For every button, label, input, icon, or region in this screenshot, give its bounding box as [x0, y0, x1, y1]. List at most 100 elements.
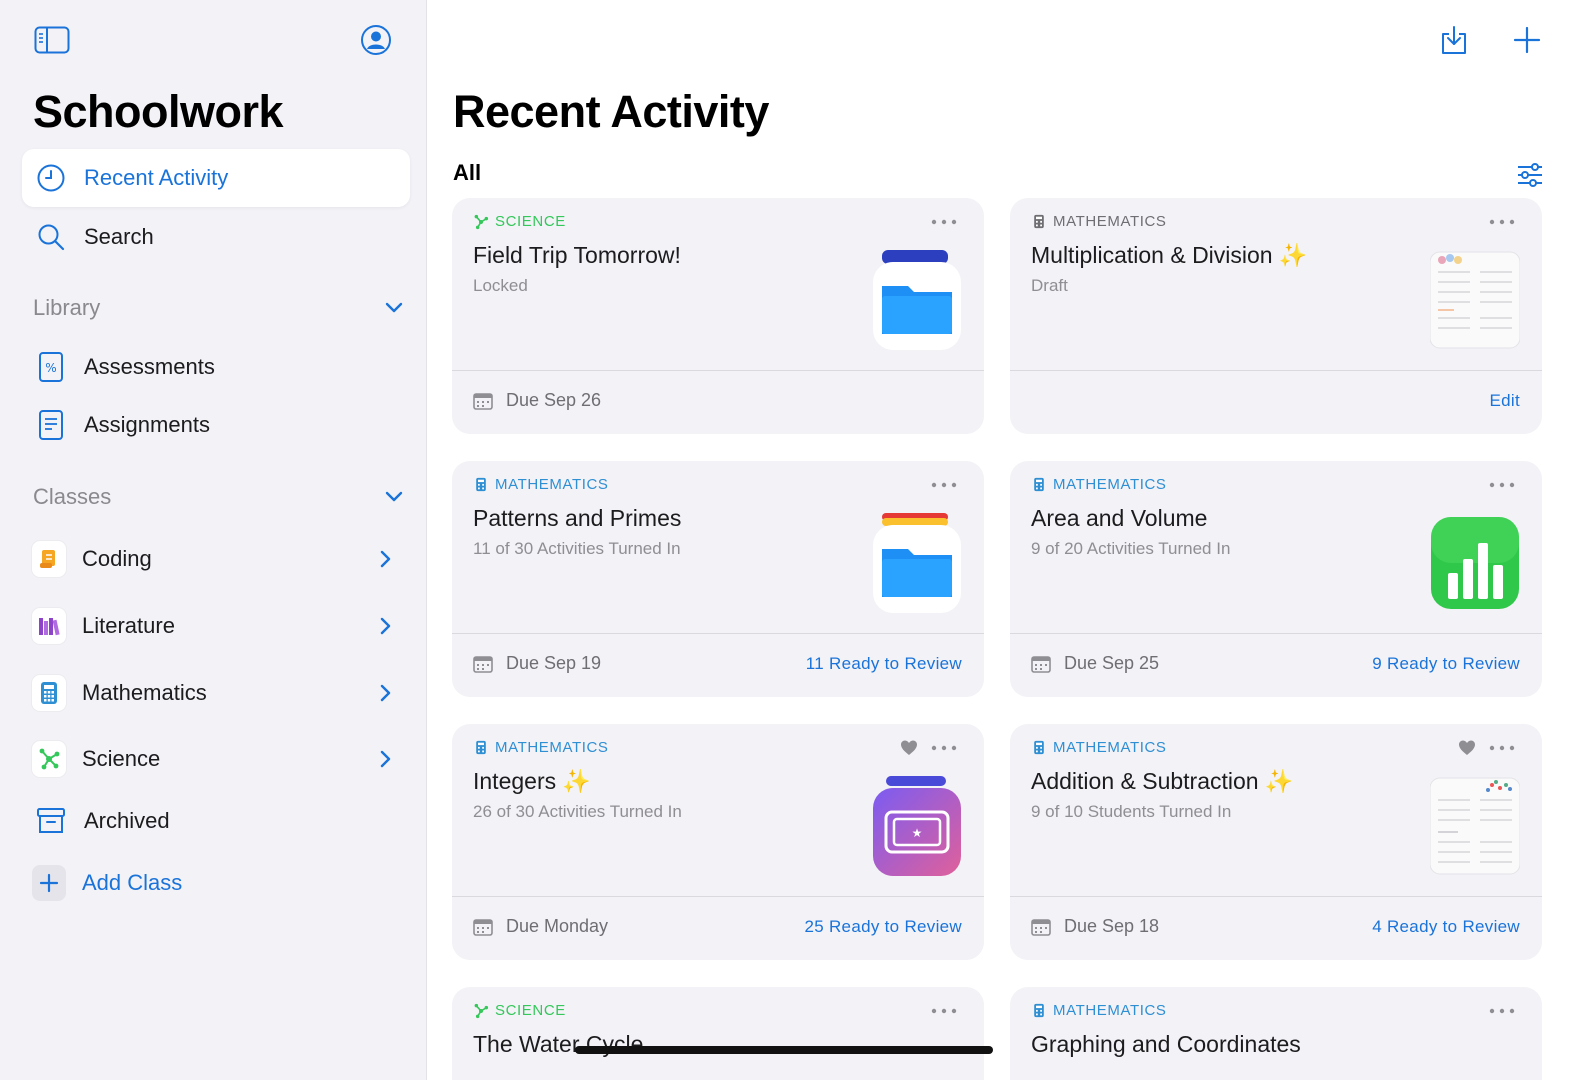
assignment-card[interactable]: MATHEMATICS Graphing and Coordinates	[1010, 987, 1542, 1080]
files-app-icon	[872, 513, 962, 613]
classes-section-header[interactable]: Classes	[33, 484, 403, 510]
calculator-icon	[473, 477, 489, 493]
sidebar-item-literature[interactable]: Literature	[22, 597, 410, 655]
more-options-icon[interactable]	[930, 740, 958, 756]
more-options-icon[interactable]	[1488, 1003, 1516, 1019]
filter-label[interactable]: All	[453, 160, 481, 186]
subject-label: MATHEMATICS	[473, 476, 609, 493]
card-title: Area and Volume	[1031, 505, 1208, 531]
assignment-card[interactable]: MATHEMATICS Patterns and Primes 11 of 30…	[452, 461, 984, 697]
subject-label: MATHEMATICS	[1031, 739, 1167, 756]
new-assignment-button[interactable]	[1511, 24, 1543, 56]
worksheet-thumbnail	[1429, 776, 1521, 876]
assignment-card[interactable]: MATHEMATICS Addition & Subtraction ✨ 9 of…	[1010, 724, 1542, 960]
card-divider	[452, 896, 984, 897]
subject-label: MATHEMATICS	[1031, 476, 1167, 493]
tray-download-icon	[1442, 26, 1466, 54]
card-divider	[452, 633, 984, 634]
calendar-icon	[473, 392, 493, 410]
assignment-card[interactable]: MATHEMATICS Area and Volume 9 of 20 Acti…	[1010, 461, 1542, 697]
assignment-card[interactable]: MATHEMATICS Integers ✨ 26 of 30 Activitie…	[452, 724, 984, 960]
sidebar-item-science[interactable]: Science	[22, 730, 410, 788]
chevron-right-icon	[380, 684, 391, 702]
add-class-button[interactable]: Add Class	[22, 854, 410, 912]
magnifier-icon	[34, 220, 68, 254]
review-link[interactable]: 9 Ready to Review	[1372, 654, 1520, 674]
sidebar-item-archived[interactable]: Archived	[22, 792, 410, 850]
more-options-icon[interactable]	[930, 477, 958, 493]
review-link[interactable]: 25 Ready to Review	[804, 917, 962, 937]
clock-icon	[34, 161, 68, 195]
calendar-icon	[473, 918, 493, 936]
plus-icon	[1513, 26, 1541, 54]
calculator-icon	[1031, 740, 1047, 756]
card-divider	[1010, 370, 1542, 371]
sidebar-item-label: Recent Activity	[84, 165, 229, 190]
review-link[interactable]: 4 Ready to Review	[1372, 917, 1520, 937]
svg-text:★: ★	[912, 826, 923, 840]
heart-icon[interactable]	[900, 739, 918, 757]
card-title: Multiplication & Division ✨	[1031, 242, 1308, 268]
more-options-icon[interactable]	[1488, 740, 1516, 756]
doc-icon	[34, 408, 68, 442]
scroll-icon	[32, 541, 66, 577]
more-options-icon[interactable]	[930, 1003, 958, 1019]
molecule-icon	[473, 214, 489, 230]
library-section-header[interactable]: Library	[33, 295, 403, 321]
subject-label: SCIENCE	[473, 213, 566, 230]
percent-doc-icon: %	[34, 350, 68, 384]
calculator-icon	[1031, 214, 1047, 230]
activity-app-icon: ★	[872, 776, 962, 876]
add-class-label: Add Class	[82, 870, 183, 895]
files-app-icon	[872, 250, 962, 350]
home-indicator[interactable]	[575, 1046, 993, 1054]
assignment-card[interactable]: SCIENCE Field Trip Tomorrow! Locked Due …	[452, 198, 984, 434]
page-title: Recent Activity	[453, 86, 769, 137]
due-date: Due Sep 25	[1031, 653, 1159, 674]
sidebar-toggle-icon[interactable]	[34, 26, 70, 54]
sidebar-item-assessments[interactable]: % Assessments	[22, 338, 410, 396]
more-options-icon[interactable]	[1488, 214, 1516, 230]
plus-icon	[32, 865, 66, 901]
more-options-icon[interactable]	[930, 214, 958, 230]
sidebar-item-search[interactable]: Search	[22, 208, 410, 266]
card-divider	[1010, 633, 1542, 634]
account-icon[interactable]	[360, 24, 392, 56]
molecule-icon	[32, 741, 66, 777]
main-content: Recent Activity All SCIENCE Field Trip T…	[428, 0, 1592, 1080]
heart-icon[interactable]	[1458, 739, 1476, 757]
sidebar-item-label: Search	[84, 224, 154, 249]
subject-label: MATHEMATICS	[1031, 213, 1167, 230]
sidebar-item-label: Assessments	[84, 354, 215, 379]
import-button[interactable]	[1438, 24, 1470, 56]
sliders-icon	[1518, 163, 1542, 187]
due-date: Due Sep 18	[1031, 916, 1159, 937]
card-divider	[1010, 896, 1542, 897]
calculator-icon	[473, 740, 489, 756]
review-link[interactable]: 11 Ready to Review	[806, 654, 962, 674]
due-date: Due Sep 19	[473, 653, 601, 674]
calculator-icon	[1031, 1003, 1047, 1019]
card-status: 9 of 10 Students Turned In	[1031, 802, 1232, 821]
more-options-icon[interactable]	[1488, 477, 1516, 493]
numbers-app-icon	[1430, 513, 1520, 613]
sidebar-item-label: Literature	[82, 613, 175, 638]
sidebar-item-assignments[interactable]: Assignments	[22, 396, 410, 454]
assignment-card[interactable]: MATHEMATICS Multiplication & Division ✨ D…	[1010, 198, 1542, 434]
sidebar-item-coding[interactable]: Coding	[22, 530, 410, 588]
edit-link[interactable]: Edit	[1490, 391, 1521, 411]
chevron-right-icon	[380, 550, 391, 568]
assignment-card[interactable]: SCIENCE The Water Cycle	[452, 987, 984, 1080]
subject-label: MATHEMATICS	[473, 739, 609, 756]
card-title: Integers ✨	[473, 768, 591, 794]
sidebar-item-label: Archived	[84, 808, 170, 833]
sidebar-item-mathematics[interactable]: Mathematics	[22, 664, 410, 722]
filter-button[interactable]	[1516, 162, 1544, 188]
card-title: Addition & Subtraction ✨	[1031, 768, 1294, 794]
sidebar-item-recent-activity[interactable]: Recent Activity	[22, 149, 410, 207]
card-title: Graphing and Coordinates	[1031, 1031, 1301, 1057]
calculator-icon	[1031, 477, 1047, 493]
books-icon	[32, 608, 66, 644]
chevron-down-icon	[385, 302, 403, 313]
chevron-right-icon	[380, 617, 391, 635]
